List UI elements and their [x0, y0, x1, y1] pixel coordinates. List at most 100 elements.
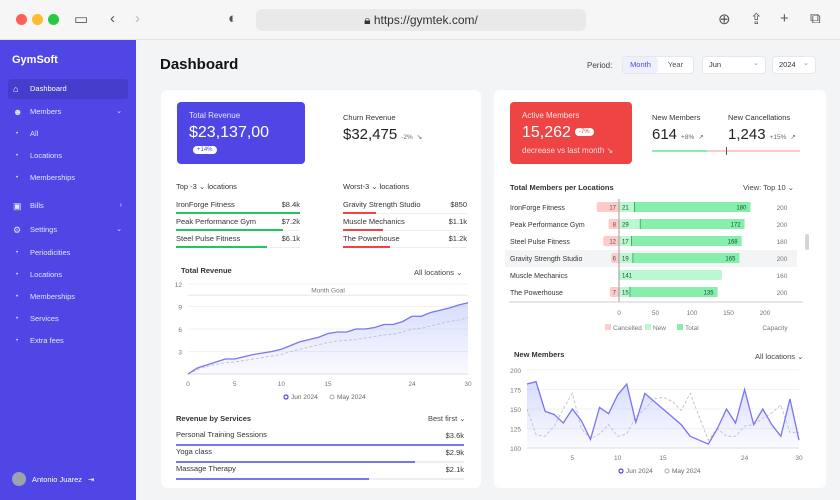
sidebar-toggle-icon[interactable]: ▭: [74, 10, 88, 28]
sidebar-item-members[interactable]: ☻ Members ⌄: [8, 102, 128, 122]
sidebar-item-bills[interactable]: ▣ Bills ›: [8, 196, 128, 216]
avatar: [12, 472, 26, 486]
tabs-icon[interactable]: ⧉: [810, 10, 821, 27]
legend-jun-label: Jun 2024: [626, 468, 653, 475]
address-bar[interactable]: 🔒︎ https://gymtek.com/: [256, 9, 586, 31]
y-tick-label: 12: [175, 282, 183, 289]
worst-locations-dropdown[interactable]: Worst-3 ⌄ locations: [343, 182, 467, 191]
location-label: Peak Performance Gym: [510, 222, 585, 229]
location-name: Gravity Strength Studio: [343, 200, 421, 209]
new-value: 17: [622, 240, 629, 246]
maximize-window-button[interactable]: [48, 14, 59, 25]
x-tick-label: 100: [687, 310, 698, 317]
services-sort[interactable]: Best first ⌄: [428, 414, 466, 423]
legend-may-label: May 2024: [672, 468, 701, 475]
location-value: $1.1k: [448, 217, 467, 226]
service-value: $3.6k: [445, 431, 464, 440]
sidebar-item-dashboard[interactable]: ⌂ Dashboard: [8, 79, 128, 99]
chevron-down-icon: ⌄: [116, 226, 122, 233]
service-name: Personal Training Sessions: [176, 430, 267, 439]
members-ratio-bar: [652, 147, 800, 155]
view-dropdown[interactable]: View: Top 10 ⌄: [743, 183, 794, 192]
sidebar-item-settings-locations[interactable]: Locations: [8, 265, 128, 285]
back-icon[interactable]: ‹: [110, 10, 115, 27]
gear-icon: ⚙: [13, 225, 22, 235]
x-tick-label: 50: [652, 310, 660, 317]
service-name: Yoga class: [176, 447, 212, 456]
label: Settings: [30, 225, 58, 234]
y-tick-label: 6: [178, 327, 182, 334]
label: Dashboard: [30, 84, 67, 93]
download-icon[interactable]: ⊕: [718, 10, 731, 28]
legend-may-marker: [664, 468, 670, 474]
total-bar: [632, 253, 740, 263]
period-year[interactable]: Year: [658, 57, 693, 73]
trend-down-icon: ↘: [416, 134, 423, 141]
revenue-location-filter[interactable]: All locations ⌄: [414, 268, 462, 277]
legend-swatch: [605, 324, 611, 330]
user-profile[interactable]: Antonio Juarez ⇥: [12, 472, 94, 486]
new-cancellations-stat: New Cancellations 1,243 +15% ↗: [728, 113, 796, 143]
legend-jun-marker: [618, 468, 624, 474]
x-tick-label: 24: [408, 381, 416, 388]
x-tick-label: 0: [186, 381, 190, 388]
year-select[interactable]: 2024: [772, 55, 816, 74]
close-window-button[interactable]: [16, 14, 27, 25]
share-icon[interactable]: ⇪: [750, 10, 763, 28]
scrollbar-thumb[interactable]: [805, 234, 809, 250]
stat-label: New Cancellations: [728, 113, 791, 122]
sidebar: GymSoft ⌂ Dashboard ☻ Members ⌄ All Locatio…: [0, 40, 136, 500]
label: Bills: [30, 201, 44, 210]
stat-value: $32,475: [343, 126, 398, 143]
new-bar: [619, 270, 722, 280]
sidebar-item-services[interactable]: Services: [8, 309, 128, 329]
kpi-badge: -7%: [574, 128, 594, 136]
new-tab-icon[interactable]: +: [780, 10, 789, 27]
x-tick-label: 24: [741, 455, 749, 462]
goal-label: Month Goal: [311, 287, 345, 294]
total-revenue-kpi: Total Revenue $23,137,00 +14% increase vs…: [177, 102, 305, 173]
sidebar-item-members-locations[interactable]: Locations: [8, 146, 128, 166]
forward-icon[interactable]: ›: [135, 10, 140, 27]
trend-down-icon: ↘: [606, 146, 614, 155]
x-tick-label: 10: [614, 455, 622, 462]
month-select[interactable]: Jun: [702, 55, 766, 74]
sidebar-item-settings-memberships[interactable]: Memberships: [8, 287, 128, 307]
sidebar-item-members-memberships[interactable]: Memberships: [8, 168, 128, 188]
legend-jun-marker: [283, 394, 289, 400]
service-row: Personal Training Sessions $3.6k: [176, 430, 464, 447]
y-tick-label: 200: [510, 368, 521, 375]
logout-icon[interactable]: ⇥: [88, 475, 94, 484]
members-locations-title: Total Members per Locations: [510, 183, 614, 192]
sidebar-item-settings[interactable]: ⚙ Settings ⌄: [8, 220, 128, 240]
service-row: Massage Therapy $2.1k: [176, 464, 464, 481]
new-value: 21: [622, 206, 629, 212]
top-locations-list: Top -3 ⌄ locations IronForge Fitness $8.4…: [176, 182, 300, 248]
legend-jun-label: Jun 2024: [291, 394, 318, 401]
services-title: Revenue by Services: [176, 414, 252, 423]
sidebar-item-periodicities[interactable]: Periodicities: [8, 243, 128, 263]
sidebar-item-extra-fees[interactable]: Extra fees: [8, 331, 128, 351]
stat-label: New Members: [652, 113, 701, 122]
location-value: $850: [450, 200, 467, 209]
stat-delta: +8%: [681, 134, 695, 141]
new-members-location-filter[interactable]: All locations ⌄: [755, 352, 803, 361]
top-locations-dropdown[interactable]: Top -3 ⌄ locations: [176, 182, 300, 191]
x-tick-label: 10: [278, 381, 286, 388]
total-value: 172: [731, 223, 742, 229]
shield-icon[interactable]: ◐: [228, 10, 237, 27]
ratio-marker: [726, 147, 727, 155]
stat-delta: -2%: [401, 134, 413, 141]
sidebar-item-members-all[interactable]: All: [8, 124, 128, 144]
kpi-label: Total Revenue: [189, 111, 241, 120]
service-row: Yoga class $2.9k: [176, 447, 464, 464]
bill-icon: ▣: [13, 201, 22, 211]
period-month[interactable]: Month: [623, 57, 658, 73]
new-value: 141: [622, 274, 633, 280]
y-tick-label: 150: [510, 407, 521, 414]
capacity-value: 200: [777, 222, 788, 229]
list-item: The Powerhouse $1.2k: [343, 231, 467, 248]
location-label: Steel Pulse Fitness: [510, 239, 570, 246]
bar-fill: [176, 444, 464, 446]
minimize-window-button[interactable]: [32, 14, 43, 25]
